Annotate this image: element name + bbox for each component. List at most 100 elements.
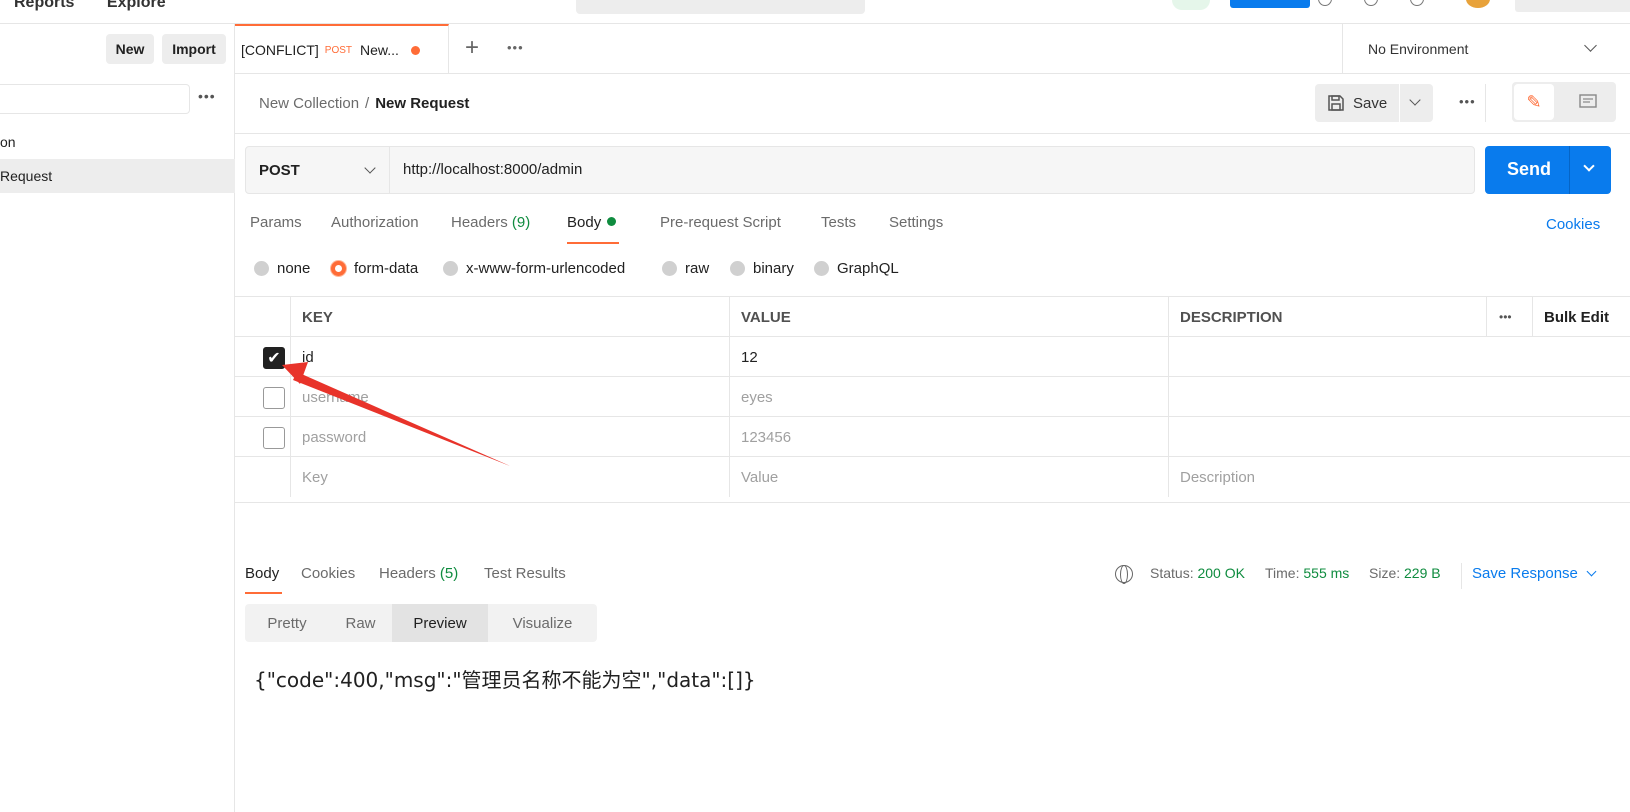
url-input[interactable]: http://localhost:8000/admin — [403, 161, 582, 178]
new-tab-plus-icon[interactable]: + — [465, 34, 479, 62]
send-button[interactable]: Send — [1485, 146, 1611, 194]
response-tab-test-results[interactable]: Test Results — [484, 565, 566, 582]
avatar[interactable] — [1466, 0, 1490, 8]
response-tab-body[interactable]: Body — [245, 565, 279, 582]
import-button[interactable]: Import — [162, 34, 226, 64]
view-preview-button[interactable]: Preview — [392, 604, 488, 642]
key-cell[interactable]: username — [290, 377, 729, 417]
radio-none[interactable]: none — [254, 260, 310, 277]
settings-icon[interactable] — [1364, 0, 1378, 6]
status-readout: Status: 200 OK — [1150, 565, 1245, 581]
sidebar-item-request[interactable]: Request — [0, 159, 235, 193]
key-cell[interactable]: password — [290, 417, 729, 457]
response-headers-count: (5) — [439, 565, 459, 582]
view-visualize-button[interactable]: Visualize — [488, 604, 597, 642]
radio-raw[interactable]: raw — [662, 260, 709, 277]
globe-icon[interactable] — [1115, 565, 1133, 584]
new-value-input[interactable]: Value — [729, 457, 1168, 497]
status-value: 200 OK — [1197, 565, 1245, 581]
upgrade-button[interactable] — [1515, 0, 1630, 12]
invite-button[interactable] — [1230, 0, 1310, 8]
radio-graphql[interactable]: GraphQL — [814, 260, 899, 277]
value-cell[interactable]: 12 — [729, 337, 1168, 377]
column-header-value: VALUE — [729, 297, 1168, 337]
breadcrumb-separator: / — [365, 95, 370, 112]
tab-body[interactable]: Body — [567, 214, 617, 231]
send-options-chevron-icon[interactable] — [1583, 160, 1595, 172]
sidebar-filter-input[interactable] — [0, 84, 190, 114]
value-cell[interactable]: eyes — [729, 377, 1168, 417]
value-cell[interactable]: 123456 — [729, 417, 1168, 457]
sync-status-badge[interactable] — [1172, 0, 1210, 10]
active-tab-underline — [567, 242, 619, 244]
save-options-chevron-icon[interactable] — [1409, 94, 1421, 106]
divider — [1485, 84, 1486, 122]
view-mode-toggle: ✎ — [1512, 82, 1616, 122]
response-tab-headers[interactable]: Headers (5) — [379, 565, 458, 582]
table-row-new: Key Value Description — [235, 457, 1630, 497]
response-tab-cookies[interactable]: Cookies — [301, 565, 355, 582]
new-description-input[interactable]: Description — [1168, 457, 1630, 497]
row-checkbox[interactable] — [263, 427, 285, 449]
table-more-icon[interactable]: ••• — [1486, 297, 1532, 337]
table-row: ✔ id 12 — [235, 337, 1630, 377]
tab-pre-request-script[interactable]: Pre-request Script — [660, 214, 781, 231]
radio-label: raw — [685, 260, 710, 277]
key-cell[interactable]: id — [290, 337, 729, 377]
table-row: password 123456 — [235, 417, 1630, 457]
radio-binary[interactable]: binary — [730, 260, 794, 277]
new-key-input[interactable]: Key — [290, 457, 729, 497]
row-checkbox-checked[interactable]: ✔ — [263, 347, 285, 369]
edit-pencil-icon[interactable]: ✎ — [1514, 84, 1554, 120]
radio-x-www-form-urlencoded[interactable]: x-www-form-urlencoded — [443, 260, 625, 277]
tab-tests[interactable]: Tests — [821, 214, 856, 231]
breadcrumb-collection[interactable]: New Collection — [259, 95, 359, 112]
save-button[interactable]: Save — [1315, 84, 1433, 122]
new-button[interactable]: New — [106, 34, 154, 64]
column-header-description: DESCRIPTION — [1168, 297, 1486, 337]
breadcrumb-request[interactable]: New Request — [375, 95, 469, 112]
radio-label: GraphQL — [837, 260, 899, 277]
documentation-icon[interactable] — [1568, 84, 1608, 120]
status-label: Status: — [1150, 565, 1194, 581]
notifications-icon[interactable] — [1410, 0, 1424, 6]
tab-more-icon[interactable]: ••• — [507, 40, 524, 55]
cookies-link[interactable]: Cookies — [1546, 216, 1600, 233]
column-header-key: KEY — [290, 297, 729, 337]
divider — [1461, 563, 1462, 589]
description-cell[interactable] — [1168, 377, 1630, 417]
tab-headers[interactable]: Headers (9) — [451, 214, 530, 231]
form-data-table: KEY VALUE DESCRIPTION ••• Bulk Edit ✔ id… — [235, 296, 1630, 503]
unsaved-dot-icon — [410, 45, 420, 55]
response-body-preview: {"code":400,"msg":"管理员名称不能为空","data":[]} — [254, 668, 756, 692]
row-checkbox[interactable] — [263, 387, 285, 409]
nav-reports[interactable]: Reports — [14, 0, 74, 11]
sidebar-item-collection[interactable]: on — [0, 125, 235, 159]
view-pretty-button[interactable]: Pretty — [245, 604, 329, 642]
view-raw-button[interactable]: Raw — [329, 604, 392, 642]
radio-label: none — [277, 260, 311, 277]
radio-form-data[interactable]: form-data — [331, 260, 418, 277]
tab-headers-count: (9) — [511, 214, 531, 231]
size-value: 229 B — [1404, 565, 1441, 581]
tab-settings[interactable]: Settings — [889, 214, 943, 231]
chevron-down-icon — [364, 162, 376, 174]
tab-authorization[interactable]: Authorization — [331, 214, 419, 231]
radio-icon — [814, 261, 829, 276]
save-response-button[interactable]: Save Response — [1472, 565, 1597, 582]
tab-headers-label: Headers — [451, 214, 508, 231]
sidebar-more-icon[interactable]: ••• — [198, 88, 216, 104]
method-select[interactable]: POST — [246, 147, 390, 193]
description-cell[interactable] — [1168, 337, 1630, 377]
description-cell[interactable] — [1168, 417, 1630, 457]
tab-params[interactable]: Params — [250, 214, 302, 231]
tab-request-active[interactable]: [CONFLICT] POST New... — [235, 24, 449, 74]
nav-explore[interactable]: Explore — [107, 0, 166, 11]
bulk-edit-button[interactable]: Bulk Edit — [1532, 297, 1630, 337]
help-icon[interactable] — [1318, 0, 1332, 6]
request-more-icon[interactable]: ••• — [1459, 94, 1476, 109]
response-view-modes: Pretty Raw Preview Visualize — [245, 604, 597, 642]
environment-select[interactable]: No Environment — [1342, 24, 1630, 74]
global-search[interactable] — [576, 0, 865, 14]
save-icon — [1328, 95, 1344, 111]
